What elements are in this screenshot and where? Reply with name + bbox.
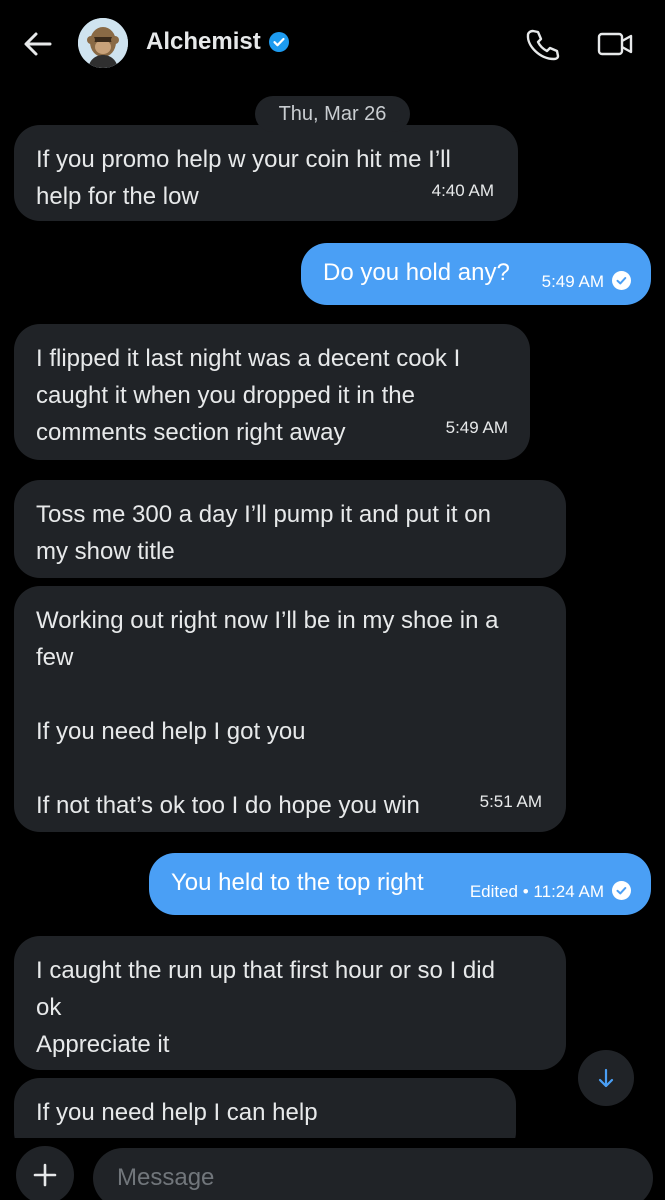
message-composer <box>0 1138 665 1200</box>
message-bubble-outgoing[interactable]: Do you hold any? 5:49 AM <box>301 243 651 305</box>
message-text: Toss me 300 a day I’ll pump it and put i… <box>36 501 491 528</box>
message-text: Appreciate it <box>36 1031 170 1058</box>
arrow-left-icon[interactable] <box>22 28 54 60</box>
message-bubble-incoming[interactable]: If you promo help w your coin hit me I’l… <box>14 125 518 221</box>
message-bubble-incoming[interactable]: I flipped it last night was a decent coo… <box>14 324 530 460</box>
message-bubble-incoming[interactable]: Working out right now I’ll be in my shoe… <box>14 586 566 832</box>
video-camera-icon[interactable] <box>596 28 636 60</box>
read-receipt-icon <box>612 881 631 901</box>
message-text: If you promo help w your coin hit me I’l… <box>36 146 451 173</box>
conversation-header: Alchemist <box>0 0 665 90</box>
message-text: You held to the top right <box>171 869 424 896</box>
verified-badge-icon <box>268 31 290 53</box>
edited-label[interactable]: Edited <box>470 882 518 901</box>
message-text: Do you hold any? <box>323 259 510 286</box>
message-timestamp: Edited • 11:24 AM <box>470 873 631 910</box>
message-timestamp: 4:40 AM <box>431 181 494 200</box>
message-text: Working out right now I’ll be in my shoe… <box>36 607 499 634</box>
message-text: If not that’s ok too I do hope you win <box>36 792 420 819</box>
message-bubble-outgoing[interactable]: You held to the top right Edited • 11:24… <box>149 853 651 915</box>
message-text: help for the low <box>36 183 199 210</box>
message-timestamp: 5:49 AM <box>542 263 631 300</box>
contact-name[interactable]: Alchemist <box>146 28 261 56</box>
message-input[interactable] <box>93 1148 653 1200</box>
message-timestamp: 5:49 AM <box>445 418 508 437</box>
message-bubble-incoming[interactable]: Toss me 300 a day I’ll pump it and put i… <box>14 480 566 578</box>
scroll-to-bottom-button[interactable] <box>578 1050 634 1106</box>
message-bubble-incoming[interactable]: I caught the run up that first hour or s… <box>14 936 566 1070</box>
message-text: comments section right away <box>36 419 346 446</box>
message-text: I flipped it last night was a decent coo… <box>36 345 461 372</box>
date-divider: Thu, Mar 26 <box>255 96 410 132</box>
message-text: I caught the run up that first hour or s… <box>36 957 495 984</box>
message-text: few <box>36 644 74 671</box>
message-text: ok <box>36 994 62 1021</box>
message-timestamp: 5:51 AM <box>479 792 542 811</box>
phone-icon[interactable] <box>524 26 560 62</box>
message-text: my show title <box>36 538 175 565</box>
read-receipt-icon <box>612 271 631 291</box>
avatar[interactable] <box>78 18 128 68</box>
add-attachment-button[interactable] <box>16 1146 74 1200</box>
message-text: If you need help I got you <box>36 718 306 745</box>
message-text: caught it when you dropped it in the <box>36 382 415 409</box>
message-text: If you need help I can help <box>36 1099 318 1126</box>
